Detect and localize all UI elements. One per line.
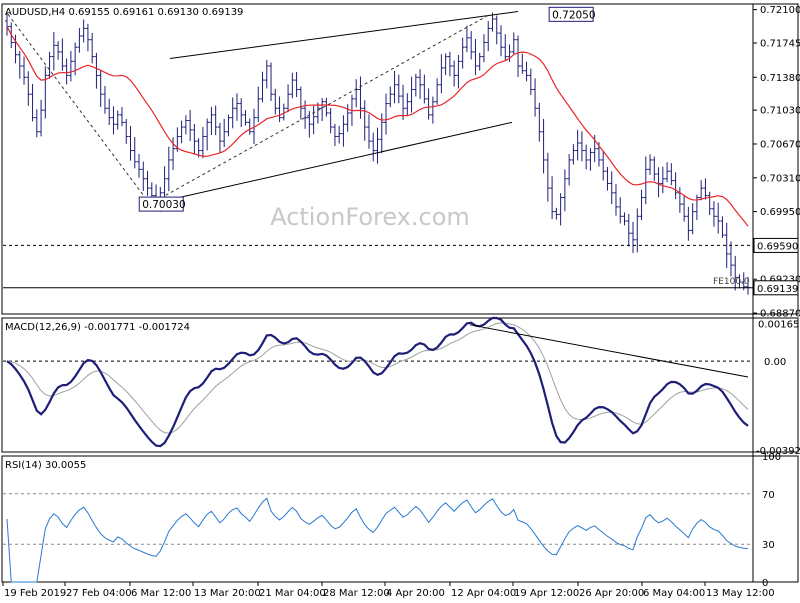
macd-top-label: 0.001659	[758, 319, 800, 330]
y-tick-label: 0.72100	[760, 5, 800, 16]
x-tick-label: 21 Mar 04:00	[259, 588, 326, 599]
price-label: 0.70030	[142, 199, 185, 211]
y-tick-label: 0.70310	[760, 173, 800, 184]
y-tick-label: 0.69950	[760, 207, 800, 218]
x-tick-label: 6 May 04:00	[643, 588, 705, 599]
trend-dashed-line	[149, 13, 491, 205]
main-panel-border	[1, 3, 799, 315]
price-label: 0.72050	[552, 9, 595, 21]
rsi-tick-label: 70	[762, 490, 775, 501]
macd-zero-label: 0.00	[764, 357, 786, 368]
x-tick-label: 26 Apr 20:00	[579, 588, 644, 599]
rsi-tick-label: 100	[762, 452, 781, 463]
chart-title: AUDUSD,H4 0.69155 0.69161 0.69130 0.6913…	[5, 7, 243, 18]
y-tick-label: 0.68870	[760, 309, 800, 320]
y-tick-label: 0.70670	[760, 139, 800, 150]
macd-line	[6, 316, 749, 448]
macd-trendline	[469, 324, 749, 378]
x-tick-label: 6 Mar 12:00	[131, 588, 191, 599]
chart-canvas: ActionForex.com 0.72100 0.71745 0.71380 0.71…	[1, 3, 800, 599]
level-label: 0.69139	[757, 284, 798, 295]
x-tick-label: 19 Apr 12:00	[514, 588, 579, 599]
y-tick-label: 0.71380	[760, 73, 800, 84]
forex-chart: ActionForex.com 0.72100 0.71745 0.71380 0.71…	[0, 0, 800, 600]
channel-upper-line	[169, 11, 519, 59]
rsi-line	[6, 497, 749, 583]
y-tick-label: 0.71745	[760, 38, 800, 49]
x-tick-label: 12 Apr 04:00	[451, 588, 516, 599]
rsi-panel-border	[1, 455, 799, 583]
x-tick-label: 4 Apr 20:00	[386, 588, 445, 599]
x-tick-label: 19 Feb 2019	[4, 588, 66, 599]
macd-label: MACD(12,26,9) -0.001771 -0.001724	[5, 322, 190, 333]
macd-signal-line	[6, 322, 749, 434]
rsi-tick-label: 30	[762, 540, 775, 551]
watermark: ActionForex.com	[270, 203, 470, 231]
macd-panel-border	[1, 317, 799, 453]
level-label: 0.69590	[757, 241, 798, 252]
x-tick-label: 13 May 12:00	[706, 588, 775, 599]
x-tick-label: 27 Feb 04:00	[66, 588, 132, 599]
x-tick-label: 28 Mar 12:00	[323, 588, 390, 599]
channel-lower-line	[149, 121, 513, 205]
y-tick-label: 0.71030	[760, 106, 800, 117]
x-tick-label: 13 Mar 20:00	[194, 588, 261, 599]
fe-label: FE100.0	[713, 277, 750, 287]
rsi-label: RSI(14) 30.0055	[5, 460, 86, 471]
